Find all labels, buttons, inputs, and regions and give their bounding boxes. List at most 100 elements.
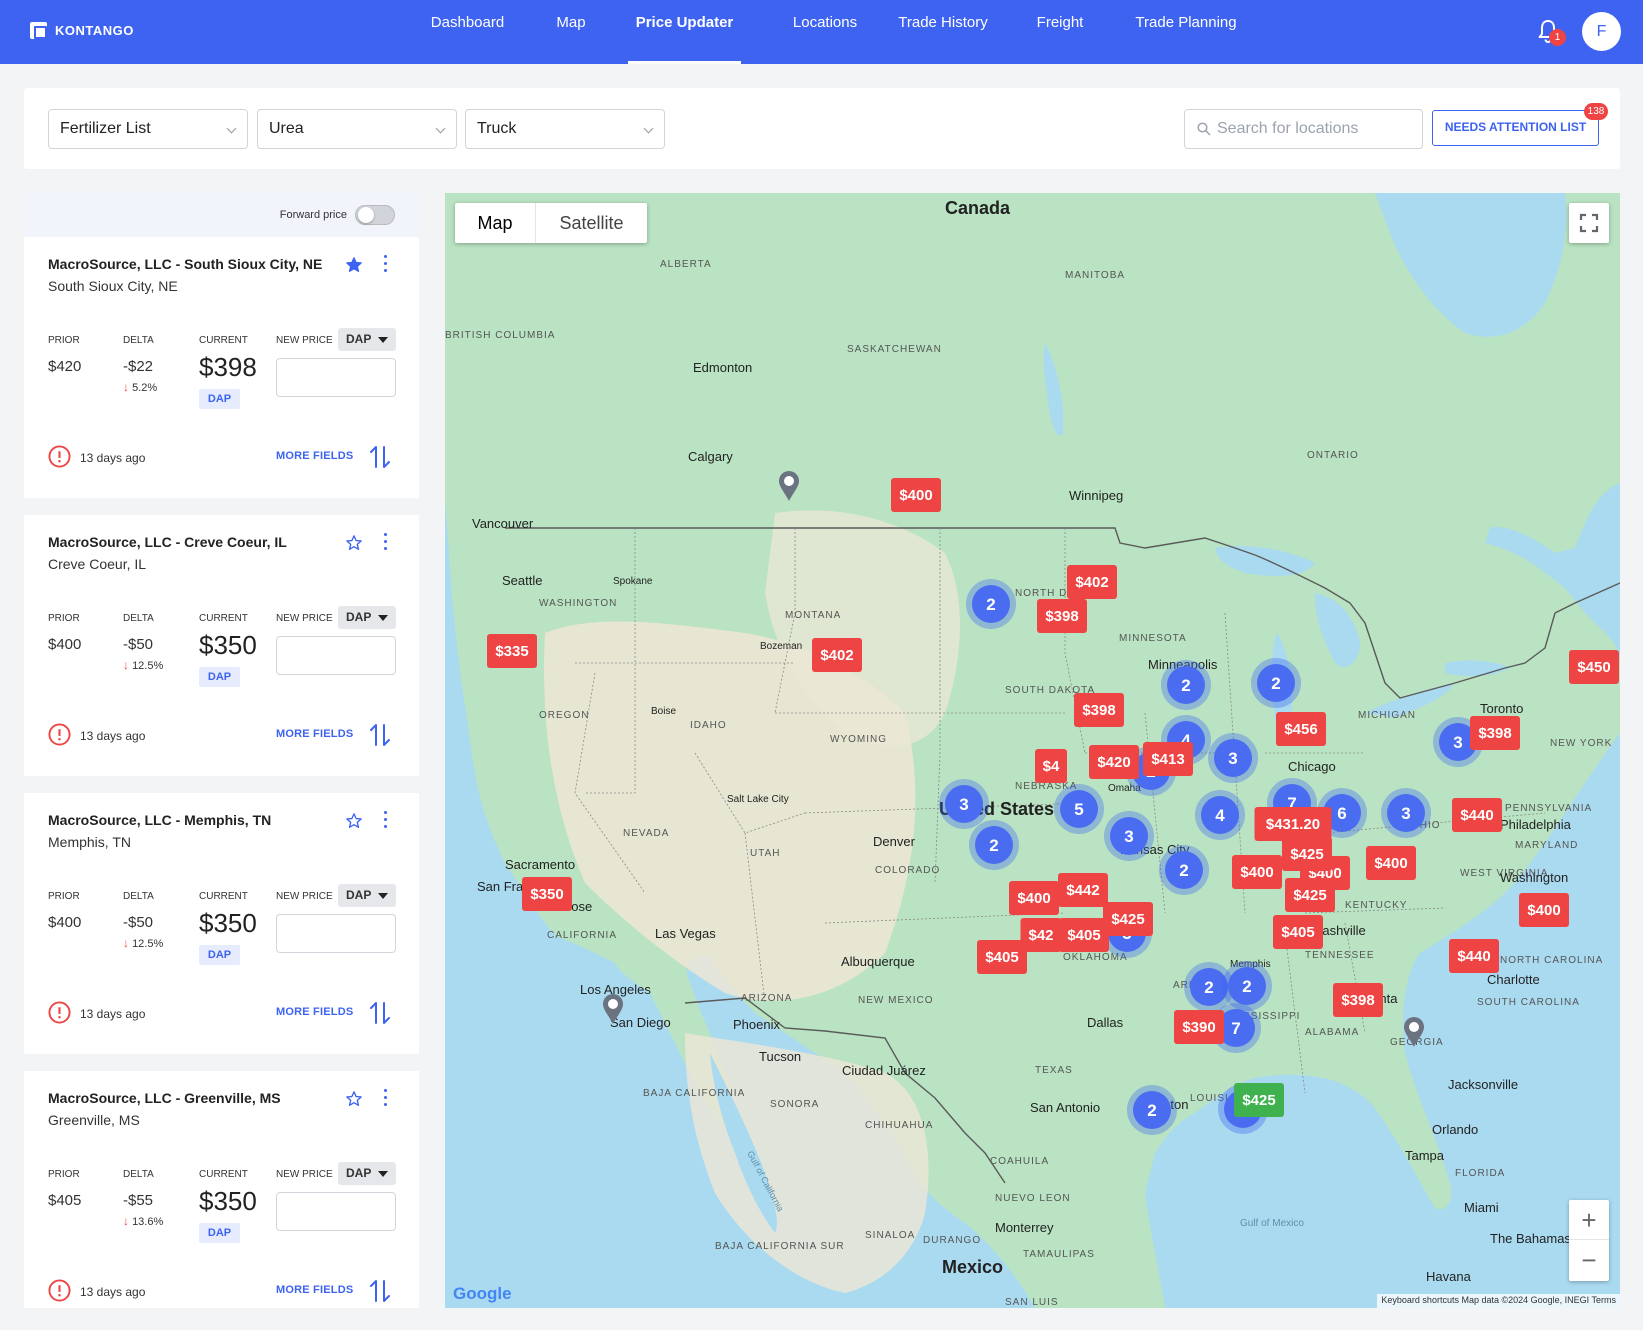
updated-ago: 13 days ago [80, 451, 146, 465]
map-canvas[interactable]: Canada United States Mexico ALBERTA MANI… [445, 193, 1620, 1308]
more-options-icon[interactable] [382, 533, 388, 553]
fullscreen-button[interactable] [1569, 203, 1609, 243]
price-marker[interactable]: $400 [891, 478, 941, 512]
delta-value: -$50 [123, 914, 154, 931]
price-marker[interactable]: $425 [1285, 878, 1335, 912]
map[interactable]: Canada United States Mexico ALBERTA MANI… [445, 193, 1620, 1308]
sort-icon[interactable] [369, 1279, 391, 1303]
price-marker[interactable]: $398 [1333, 983, 1383, 1017]
cluster-marker[interactable]: 5 [1054, 784, 1104, 834]
tab-dashboard[interactable]: Dashboard [420, 14, 515, 31]
price-marker[interactable]: $402 [812, 638, 862, 672]
price-marker[interactable]: $425 [1282, 837, 1332, 871]
cluster-marker[interactable]: 2 [1222, 961, 1272, 1011]
cluster-marker[interactable]: 2 [1127, 1085, 1177, 1135]
new-price-input[interactable] [276, 1192, 396, 1231]
brand[interactable]: KONTANGO [30, 22, 134, 39]
more-fields-link[interactable]: MORE FIELDS [276, 728, 353, 740]
price-marker[interactable]: $420 [1089, 745, 1139, 779]
needs-attention-button[interactable]: NEEDS ATTENTION LIST [1432, 110, 1599, 146]
price-marker[interactable]: $450 [1569, 650, 1619, 684]
basis-select[interactable]: DAP [338, 328, 396, 351]
price-marker[interactable]: $440 [1449, 939, 1499, 973]
forward-price-toggle[interactable] [355, 205, 395, 225]
sort-icon[interactable] [369, 723, 391, 747]
price-marker[interactable]: $402 [1067, 565, 1117, 599]
star-icon[interactable] [345, 1090, 363, 1108]
price-marker[interactable]: $398 [1074, 693, 1124, 727]
star-icon[interactable] [345, 256, 363, 274]
basis-select[interactable]: DAP [338, 606, 396, 629]
price-marker[interactable]: $335 [487, 634, 537, 668]
column-label: DELTA [123, 1169, 154, 1180]
city-bozeman: Bozeman [760, 641, 802, 652]
price-marker[interactable]: $350 [522, 877, 572, 911]
list-select-value: Fertilizer List [60, 120, 151, 137]
tab-trade-planning[interactable]: Trade Planning [1126, 14, 1246, 31]
price-marker[interactable]: $440 [1452, 798, 1502, 832]
price-marker[interactable]: $400 [1519, 893, 1569, 927]
sort-icon[interactable] [369, 1001, 391, 1025]
cluster-marker[interactable]: 3 [1104, 811, 1154, 861]
price-marker[interactable]: $425 [1234, 1083, 1284, 1117]
sort-icon[interactable] [369, 445, 391, 469]
new-price-input[interactable] [276, 358, 396, 397]
cluster-marker[interactable]: 2 [969, 820, 1019, 870]
map-type-satellite-button[interactable]: Satellite [535, 203, 647, 243]
zoom-in-button[interactable]: + [1569, 1200, 1609, 1240]
price-marker[interactable]: $400 [1366, 846, 1416, 880]
price-marker[interactable]: $413 [1143, 742, 1193, 776]
more-options-icon[interactable] [382, 1089, 388, 1109]
price-marker[interactable]: $442 [1058, 873, 1108, 907]
price-marker[interactable]: $390 [1174, 1010, 1224, 1044]
cluster-marker[interactable]: 4 [1195, 790, 1245, 840]
basis-select[interactable]: DAP [338, 1162, 396, 1185]
new-price-input[interactable] [276, 636, 396, 675]
city-spokane: Spokane [613, 576, 653, 587]
more-fields-link[interactable]: MORE FIELDS [276, 1284, 353, 1296]
map-type-map-button[interactable]: Map [455, 203, 535, 243]
price-marker[interactable]: $431.20 [1254, 807, 1332, 841]
price-marker[interactable]: $456 [1276, 712, 1326, 746]
more-options-icon[interactable] [382, 255, 388, 275]
tab-freight[interactable]: Freight [1030, 14, 1090, 31]
cluster-marker[interactable]: 3 [1208, 733, 1258, 783]
transport-select[interactable]: Truck [465, 109, 665, 149]
price-marker[interactable]: $405 [1059, 918, 1109, 952]
price-marker[interactable]: $405 [1273, 915, 1323, 949]
search-input[interactable] [1217, 110, 1417, 148]
price-marker[interactable]: $405 [977, 940, 1027, 974]
tab-map[interactable]: Map [548, 14, 594, 31]
price-marker[interactable]: $398 [1470, 716, 1520, 750]
basis-select[interactable]: DAP [338, 884, 396, 907]
more-fields-link[interactable]: MORE FIELDS [276, 1006, 353, 1018]
price-marker[interactable]: $425 [1103, 902, 1153, 936]
price-marker[interactable]: $398 [1037, 599, 1087, 633]
more-options-icon[interactable] [382, 811, 388, 831]
star-icon[interactable] [345, 812, 363, 830]
list-select[interactable]: Fertilizer List [48, 109, 248, 149]
tab-price-updater[interactable]: Price Updater [628, 14, 741, 31]
new-price-input[interactable] [276, 914, 396, 953]
cluster-marker[interactable]: 2 [1251, 658, 1301, 708]
price-marker-label: $390 [1182, 1019, 1215, 1036]
star-icon[interactable] [345, 534, 363, 552]
label-wyoming: WYOMING [830, 734, 887, 745]
tab-locations[interactable]: Locations [775, 14, 875, 31]
price-marker[interactable]: $400 [1009, 881, 1059, 915]
column-label: CURRENT [199, 335, 248, 346]
tab-trade-history[interactable]: Trade History [893, 14, 993, 31]
zoom-out-button[interactable]: − [1569, 1240, 1609, 1280]
location-card: MacroSource, LLC - Greenville, MS Greenvi… [24, 1071, 419, 1308]
product-select[interactable]: Urea [257, 109, 457, 149]
map-attribution[interactable]: Keyboard shortcuts Map data ©2024 Google… [1377, 1294, 1620, 1308]
price-marker[interactable]: $400 [1232, 855, 1282, 889]
avatar[interactable]: F [1582, 12, 1621, 51]
cluster-marker[interactable]: 2 [966, 579, 1016, 629]
more-fields-link[interactable]: MORE FIELDS [276, 450, 353, 462]
cluster-marker[interactable]: 2 [1159, 845, 1209, 895]
price-marker[interactable]: $4 [1035, 749, 1067, 783]
cluster-marker[interactable]: 3 [1381, 788, 1431, 838]
cluster-marker[interactable]: 3 [939, 779, 989, 829]
cluster-marker[interactable]: 2 [1161, 660, 1211, 710]
